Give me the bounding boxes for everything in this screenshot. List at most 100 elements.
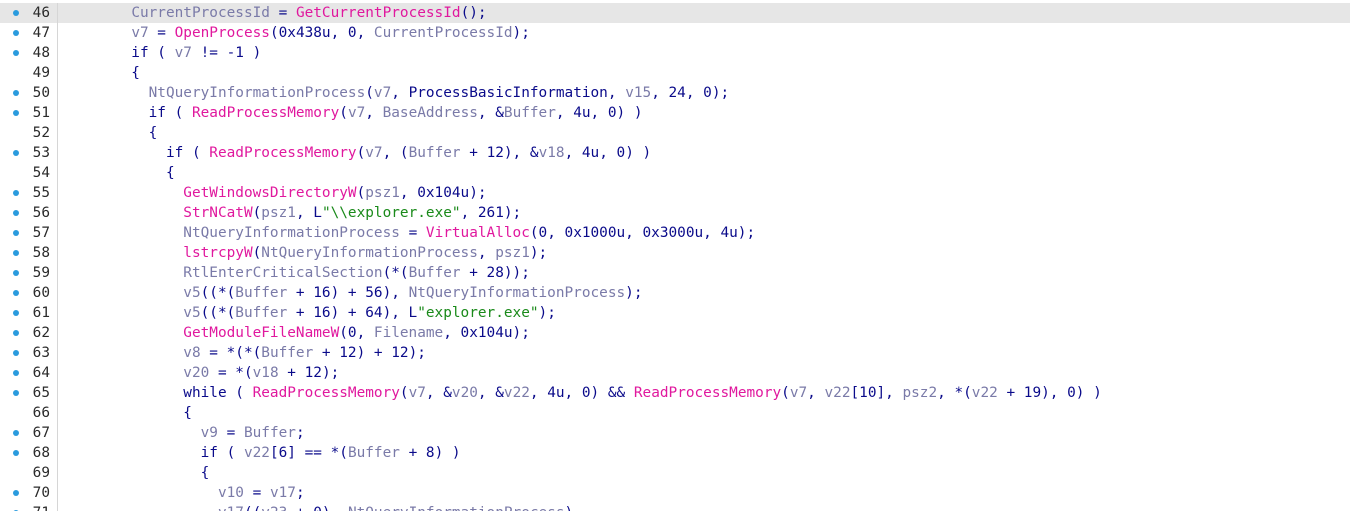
pseudocode-editor[interactable]: 46 CurrentProcessId = GetCurrentProcessI… xyxy=(0,0,1350,511)
code-line[interactable]: 51 if ( ReadProcessMemory(v7, BaseAddres… xyxy=(0,103,1350,123)
code-line[interactable]: 48 if ( v7 != -1 ) xyxy=(0,43,1350,63)
code-line[interactable]: 50 NtQueryInformationProcess(v7, Process… xyxy=(0,83,1350,103)
code-token: GetCurrentProcessId xyxy=(295,5,461,21)
code-line[interactable]: 61 v5((*(Buffer + 16) + 64), L"explorer.… xyxy=(0,303,1350,323)
code-token: [6] == *( xyxy=(269,445,348,461)
code-line[interactable]: 57 NtQueryInformationProcess = VirtualAl… xyxy=(0,223,1350,243)
breakpoint-marker-icon[interactable] xyxy=(13,390,19,396)
line-number: 48 xyxy=(32,45,50,61)
code-text[interactable]: v8 = *(*(Buffer + 12) + 12); xyxy=(57,343,426,363)
code-token: if ( xyxy=(62,145,210,161)
code-text[interactable]: { xyxy=(57,123,157,143)
code-text[interactable]: v5((*(Buffer + 16) + 64), L"explorer.exe… xyxy=(57,303,556,323)
code-text[interactable]: v5((*(Buffer + 16) + 56), NtQueryInforma… xyxy=(57,283,643,303)
code-text[interactable]: NtQueryInformationProcess(v7, ProcessBas… xyxy=(57,83,729,103)
code-token: + 12); xyxy=(278,365,340,381)
breakpoint-marker-icon[interactable] xyxy=(13,30,19,36)
breakpoint-marker-icon[interactable] xyxy=(13,250,19,256)
code-token: = xyxy=(269,5,296,21)
code-line[interactable]: 55 GetWindowsDirectoryW(psz1, 0x104u); xyxy=(0,183,1350,203)
code-token: , xyxy=(807,385,825,401)
breakpoint-marker-icon[interactable] xyxy=(13,150,19,156)
breakpoint-marker-icon[interactable] xyxy=(13,330,19,336)
breakpoint-marker-icon[interactable] xyxy=(13,350,19,356)
code-token: + 16) + 64), L xyxy=(287,305,418,321)
code-token: v7 xyxy=(408,385,426,401)
code-line[interactable]: 70 v10 = v17; xyxy=(0,483,1350,503)
code-text[interactable]: lstrcpyW(NtQueryInformationProcess, psz1… xyxy=(57,243,547,263)
code-token: while ( xyxy=(62,385,253,401)
code-text[interactable]: GetModuleFileNameW(0, Filename, 0x104u); xyxy=(57,323,530,343)
code-line[interactable]: 59 RtlEnterCriticalSection(*(Buffer + 28… xyxy=(0,263,1350,283)
code-token: , 24, 0); xyxy=(651,85,730,101)
code-text[interactable]: if ( v22[6] == *(Buffer + 8) ) xyxy=(57,443,461,463)
code-line[interactable]: 47 v7 = OpenProcess(0x438u, 0, CurrentPr… xyxy=(0,23,1350,43)
breakpoint-marker-icon[interactable] xyxy=(13,90,19,96)
code-line[interactable]: 49 { xyxy=(0,63,1350,83)
code-token: v7 xyxy=(174,45,192,61)
code-line[interactable]: 60 v5((*(Buffer + 16) + 56), NtQueryInfo… xyxy=(0,283,1350,303)
line-number: 65 xyxy=(32,385,50,401)
code-line[interactable]: 65 while ( ReadProcessMemory(v7, &v20, &… xyxy=(0,383,1350,403)
code-text[interactable]: StrNCatW(psz1, L"\\explorer.exe", 261); xyxy=(57,203,521,223)
code-text[interactable]: v20 = *(v18 + 12); xyxy=(57,363,339,383)
code-text[interactable]: { xyxy=(57,63,140,83)
code-token: (); xyxy=(460,5,487,21)
breakpoint-marker-icon[interactable] xyxy=(13,370,19,376)
code-text[interactable]: v17((v23 + 0), NtQueryInformationProcess… xyxy=(57,503,573,511)
breakpoint-marker-icon[interactable] xyxy=(13,430,19,436)
code-text[interactable]: if ( ReadProcessMemory(v7, (Buffer + 12)… xyxy=(57,143,651,163)
code-line[interactable]: 69 { xyxy=(0,463,1350,483)
breakpoint-marker-icon[interactable] xyxy=(13,310,19,316)
code-line[interactable]: 56 StrNCatW(psz1, L"\\explorer.exe", 261… xyxy=(0,203,1350,223)
code-line[interactable]: 54 { xyxy=(0,163,1350,183)
code-token: + 19), 0) ) xyxy=(997,385,1102,401)
code-text[interactable]: { xyxy=(57,403,192,423)
breakpoint-marker-icon[interactable] xyxy=(13,290,19,296)
code-line[interactable]: 46 CurrentProcessId = GetCurrentProcessI… xyxy=(0,3,1350,23)
breakpoint-marker-icon[interactable] xyxy=(13,270,19,276)
code-text[interactable]: { xyxy=(57,463,209,483)
code-line[interactable]: 67 v9 = Buffer; xyxy=(0,423,1350,443)
code-token: v23 xyxy=(261,505,287,511)
code-token: ReadProcessMemory xyxy=(633,385,782,401)
code-line[interactable]: 63 v8 = *(*(Buffer + 12) + 12); xyxy=(0,343,1350,363)
breakpoint-marker-icon[interactable] xyxy=(13,230,19,236)
code-token: GetWindowsDirectoryW xyxy=(183,185,357,201)
code-token: (( xyxy=(244,505,261,511)
code-text[interactable]: v7 = OpenProcess(0x438u, 0, CurrentProce… xyxy=(57,23,530,43)
code-token: ((*( xyxy=(200,285,236,301)
code-text[interactable]: GetWindowsDirectoryW(psz1, 0x104u); xyxy=(57,183,487,203)
code-text[interactable]: if ( ReadProcessMemory(v7, BaseAddress, … xyxy=(57,103,643,123)
code-line[interactable]: 68 if ( v22[6] == *(Buffer + 8) ) xyxy=(0,443,1350,463)
breakpoint-marker-icon[interactable] xyxy=(13,190,19,196)
code-token: + 28)); xyxy=(460,265,530,281)
breakpoint-marker-icon[interactable] xyxy=(13,10,19,16)
line-number: 54 xyxy=(32,165,50,181)
breakpoint-marker-icon[interactable] xyxy=(13,110,19,116)
code-text[interactable]: CurrentProcessId = GetCurrentProcessId()… xyxy=(57,3,487,23)
code-text[interactable]: while ( ReadProcessMemory(v7, &v20, &v22… xyxy=(57,383,1102,403)
code-line[interactable]: 58 lstrcpyW(NtQueryInformationProcess, p… xyxy=(0,243,1350,263)
breakpoint-marker-icon[interactable] xyxy=(13,50,19,56)
code-text[interactable]: if ( v7 != -1 ) xyxy=(57,43,261,63)
code-text[interactable]: RtlEnterCriticalSection(*(Buffer + 28)); xyxy=(57,263,530,283)
code-line[interactable]: 53 if ( ReadProcessMemory(v7, (Buffer + … xyxy=(0,143,1350,163)
code-line[interactable]: 62 GetModuleFileNameW(0, Filename, 0x104… xyxy=(0,323,1350,343)
line-number: 47 xyxy=(32,25,50,41)
code-text[interactable]: v10 = v17; xyxy=(57,483,305,503)
code-token: , L xyxy=(295,205,322,221)
code-line[interactable]: 71 v17((v23 + 0), NtQueryInformationProc… xyxy=(0,503,1350,511)
code-line[interactable]: 64 v20 = *(v18 + 12); xyxy=(0,363,1350,383)
code-line[interactable]: 52 { xyxy=(0,123,1350,143)
code-text[interactable]: v9 = Buffer; xyxy=(57,423,305,443)
breakpoint-marker-icon[interactable] xyxy=(13,450,19,456)
code-token: ( xyxy=(356,145,366,161)
code-text[interactable]: NtQueryInformationProcess = VirtualAlloc… xyxy=(57,223,755,243)
breakpoint-marker-icon[interactable] xyxy=(13,490,19,496)
breakpoint-marker-icon[interactable] xyxy=(13,210,19,216)
code-text[interactable]: { xyxy=(57,163,175,183)
code-token: { xyxy=(62,65,140,81)
code-line[interactable]: 66 { xyxy=(0,403,1350,423)
